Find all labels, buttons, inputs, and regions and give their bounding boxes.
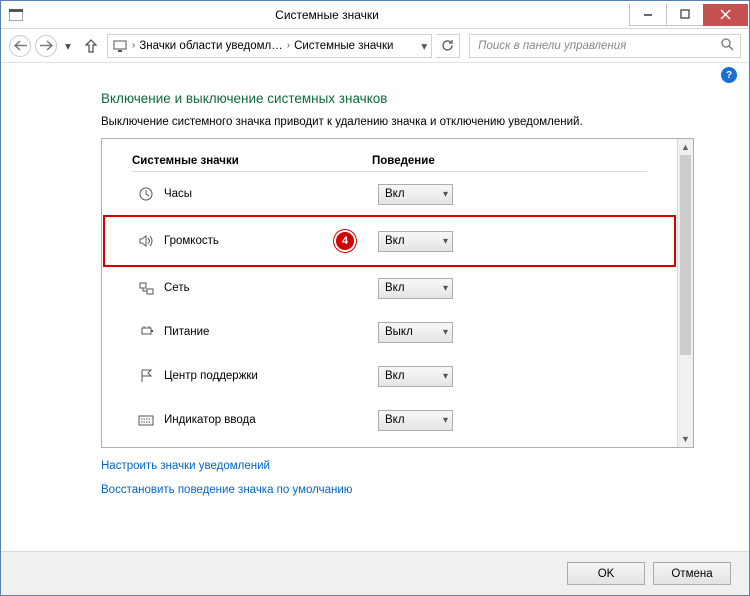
search-box[interactable] xyxy=(469,34,741,58)
chevron-down-icon: ▾ xyxy=(443,371,448,382)
cancel-button[interactable]: Отмена xyxy=(653,562,731,585)
search-input[interactable] xyxy=(476,39,721,53)
icon-label: Питание xyxy=(164,326,209,338)
window-title: Системные значки xyxy=(25,8,629,22)
scroll-thumb[interactable] xyxy=(680,155,691,355)
refresh-button[interactable] xyxy=(436,34,460,58)
behavior-select[interactable]: Вкл ▾ xyxy=(378,410,453,431)
ok-button[interactable]: OK xyxy=(567,562,645,585)
annotation-badge: 4 xyxy=(334,230,356,252)
clock-icon xyxy=(138,186,154,202)
icon-list-frame: Системные значки Поведение ЧасыВкл▾Громк… xyxy=(101,138,694,448)
column-header-behavior: Поведение xyxy=(372,155,647,167)
behavior-select[interactable]: Вкл ▾ xyxy=(378,184,453,205)
select-value: Вкл xyxy=(385,282,405,294)
chevron-right-icon: › xyxy=(132,40,135,51)
behavior-select[interactable]: Выкл ▾ xyxy=(378,322,453,343)
window-icon xyxy=(7,6,25,24)
keyboard-icon xyxy=(138,412,154,428)
up-button[interactable] xyxy=(83,39,99,53)
icon-label: Центр поддержки xyxy=(164,370,258,382)
icon-label: Громкость xyxy=(164,235,219,247)
table-row: Индикатор ввода Вкл ▾ xyxy=(132,398,647,442)
address-bar[interactable]: › Значки области уведомл… › Системные зн… xyxy=(107,34,432,58)
breadcrumb-item[interactable]: Значки области уведомл… xyxy=(139,40,282,52)
volume-icon xyxy=(138,233,154,249)
history-dropdown[interactable]: ▾ xyxy=(61,39,75,53)
scroll-down-icon[interactable]: ▼ xyxy=(678,431,693,447)
chevron-down-icon: ▾ xyxy=(443,327,448,338)
select-value: Вкл xyxy=(385,370,405,382)
chevron-down-icon: ▾ xyxy=(443,415,448,426)
icon-label: Сеть xyxy=(164,282,190,294)
breadcrumb-item[interactable]: Системные значки xyxy=(294,40,393,52)
help-icon[interactable]: ? xyxy=(721,67,737,83)
monitor-icon xyxy=(112,38,128,54)
icon-label: Часы xyxy=(164,188,192,200)
link-configure-icons[interactable]: Настроить значки уведомлений xyxy=(101,460,694,472)
maximize-button[interactable] xyxy=(666,4,704,26)
select-value: Вкл xyxy=(385,414,405,426)
table-row: Громкость Вкл ▾ 4 xyxy=(104,216,675,266)
chevron-right-icon: › xyxy=(287,40,290,51)
titlebar: Системные значки xyxy=(1,1,749,29)
page-description: Выключение системного значка приводит к … xyxy=(101,116,694,128)
back-button[interactable] xyxy=(9,35,31,57)
chevron-down-icon: ▾ xyxy=(443,189,448,200)
close-button[interactable] xyxy=(703,4,748,26)
navbar: ▾ › Значки области уведомл… › Системные … xyxy=(1,29,749,63)
power-icon xyxy=(138,324,154,340)
behavior-select[interactable]: Вкл ▾ xyxy=(378,278,453,299)
table-row: Питание Выкл ▾ xyxy=(132,310,647,354)
select-value: Вкл xyxy=(385,235,405,247)
select-value: Выкл xyxy=(385,326,413,338)
link-restore-defaults[interactable]: Восстановить поведение значка по умолчан… xyxy=(101,484,694,496)
content: Включение и выключение системных значков… xyxy=(1,91,749,496)
minimize-button[interactable] xyxy=(629,4,667,26)
table-row: Часы Вкл ▾ xyxy=(132,172,647,216)
behavior-select[interactable]: Вкл ▾ xyxy=(378,231,453,252)
page-heading: Включение и выключение системных значков xyxy=(101,91,694,106)
icon-label: Индикатор ввода xyxy=(164,414,256,426)
scrollbar[interactable]: ▲ ▼ xyxy=(677,139,693,447)
forward-button[interactable] xyxy=(35,35,57,57)
column-headers: Системные значки Поведение xyxy=(132,155,647,172)
address-dropdown-icon[interactable]: ▾ xyxy=(421,39,427,53)
behavior-select[interactable]: Вкл ▾ xyxy=(378,366,453,387)
footer: OK Отмена xyxy=(1,551,749,595)
select-value: Вкл xyxy=(385,188,405,200)
scroll-up-icon[interactable]: ▲ xyxy=(678,139,693,155)
network-icon xyxy=(138,280,154,296)
table-row: Сеть Вкл ▾ xyxy=(132,266,647,310)
chevron-down-icon: ▾ xyxy=(443,236,448,247)
column-header-icons: Системные значки xyxy=(132,155,372,167)
search-icon xyxy=(721,38,734,54)
chevron-down-icon: ▾ xyxy=(443,283,448,294)
table-row: Центр поддержки Вкл ▾ xyxy=(132,354,647,398)
flag-icon xyxy=(138,368,154,384)
